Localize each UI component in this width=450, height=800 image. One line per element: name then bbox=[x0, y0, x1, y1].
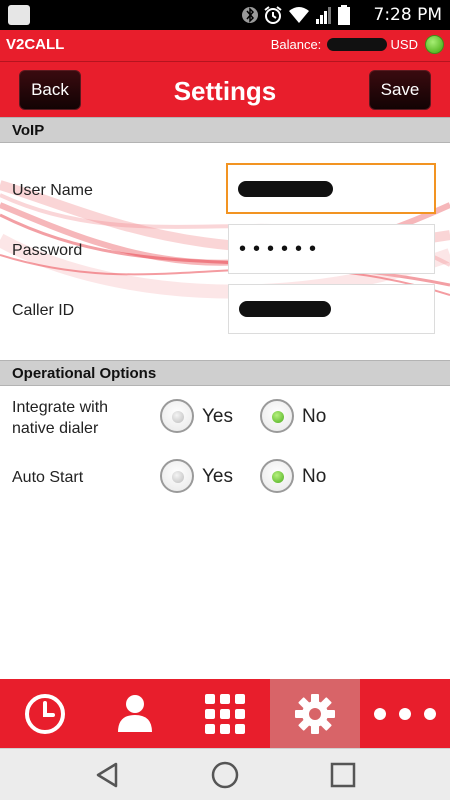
tab-more[interactable] bbox=[360, 679, 450, 748]
connection-status-indicator bbox=[425, 35, 444, 54]
balance-redacted bbox=[326, 38, 387, 51]
more-icon bbox=[374, 707, 436, 720]
caller-id-field[interactable] bbox=[228, 284, 435, 334]
bottom-tab-bar bbox=[0, 679, 450, 748]
integrate-dialer-label: Integrate with native dialer bbox=[12, 399, 109, 437]
auto-start-no-radio[interactable] bbox=[260, 459, 294, 493]
tab-dialpad[interactable] bbox=[180, 679, 270, 748]
section-header-operational: Operational Options bbox=[0, 360, 450, 386]
clock: 7:28 PM bbox=[373, 5, 443, 25]
contacts-icon bbox=[118, 694, 152, 732]
app-title: V2CALL bbox=[6, 36, 65, 53]
username-redacted bbox=[238, 180, 333, 197]
dialpad-icon bbox=[205, 693, 245, 734]
auto-start-yes-radio[interactable] bbox=[160, 459, 194, 493]
password-label: Password bbox=[12, 242, 83, 259]
tab-settings[interactable] bbox=[270, 679, 360, 748]
caller-id-label: Caller ID bbox=[12, 302, 75, 319]
recents-icon bbox=[25, 693, 65, 734]
nav-recents-button[interactable] bbox=[326, 758, 360, 792]
app-notification-icon bbox=[8, 5, 30, 25]
balance-label: Balance: bbox=[270, 37, 322, 52]
nav-overview-icon bbox=[330, 762, 356, 788]
nav-home-icon bbox=[211, 761, 239, 789]
system-nav-bar bbox=[0, 748, 450, 800]
integrate-dialer-no-label[interactable]: No bbox=[302, 406, 326, 428]
title-bar: Back Settings Save bbox=[0, 61, 450, 117]
nav-back-button[interactable] bbox=[90, 758, 124, 792]
signal-icon bbox=[316, 7, 331, 24]
auto-start-yes-label[interactable]: Yes bbox=[202, 466, 233, 488]
integrate-dialer-yes-radio[interactable] bbox=[160, 399, 194, 433]
balance-display: Balance: USD bbox=[271, 37, 418, 52]
section-header-voip: VoIP bbox=[0, 117, 450, 143]
auto-start-label: Auto Start bbox=[12, 469, 84, 486]
save-button[interactable]: Save bbox=[369, 70, 431, 110]
app-bar: V2CALL Balance: USD bbox=[0, 30, 450, 61]
wifi-icon bbox=[289, 7, 309, 23]
status-icons bbox=[242, 5, 350, 25]
integrate-dialer-yes-label[interactable]: Yes bbox=[202, 406, 233, 428]
integrate-dialer-no-radio[interactable] bbox=[260, 399, 294, 433]
settings-icon bbox=[295, 693, 335, 734]
bluetooth-icon bbox=[242, 7, 258, 23]
tab-recents[interactable] bbox=[0, 679, 90, 748]
nav-home-button[interactable] bbox=[208, 758, 242, 792]
auto-start-no-label[interactable]: No bbox=[302, 466, 326, 488]
tab-contacts[interactable] bbox=[90, 679, 180, 748]
screen: 7:28 PM V2CALL Balance: USD Back Setting… bbox=[0, 0, 450, 800]
password-field[interactable]: •••••• bbox=[228, 224, 435, 274]
balance-currency: USD bbox=[390, 37, 418, 52]
nav-back-icon bbox=[96, 762, 118, 788]
battery-icon bbox=[338, 5, 350, 25]
username-label: User Name bbox=[12, 182, 93, 199]
username-field[interactable] bbox=[226, 163, 436, 214]
status-bar: 7:28 PM bbox=[0, 0, 450, 30]
alarm-icon bbox=[264, 6, 282, 24]
caller-id-redacted bbox=[239, 301, 331, 317]
